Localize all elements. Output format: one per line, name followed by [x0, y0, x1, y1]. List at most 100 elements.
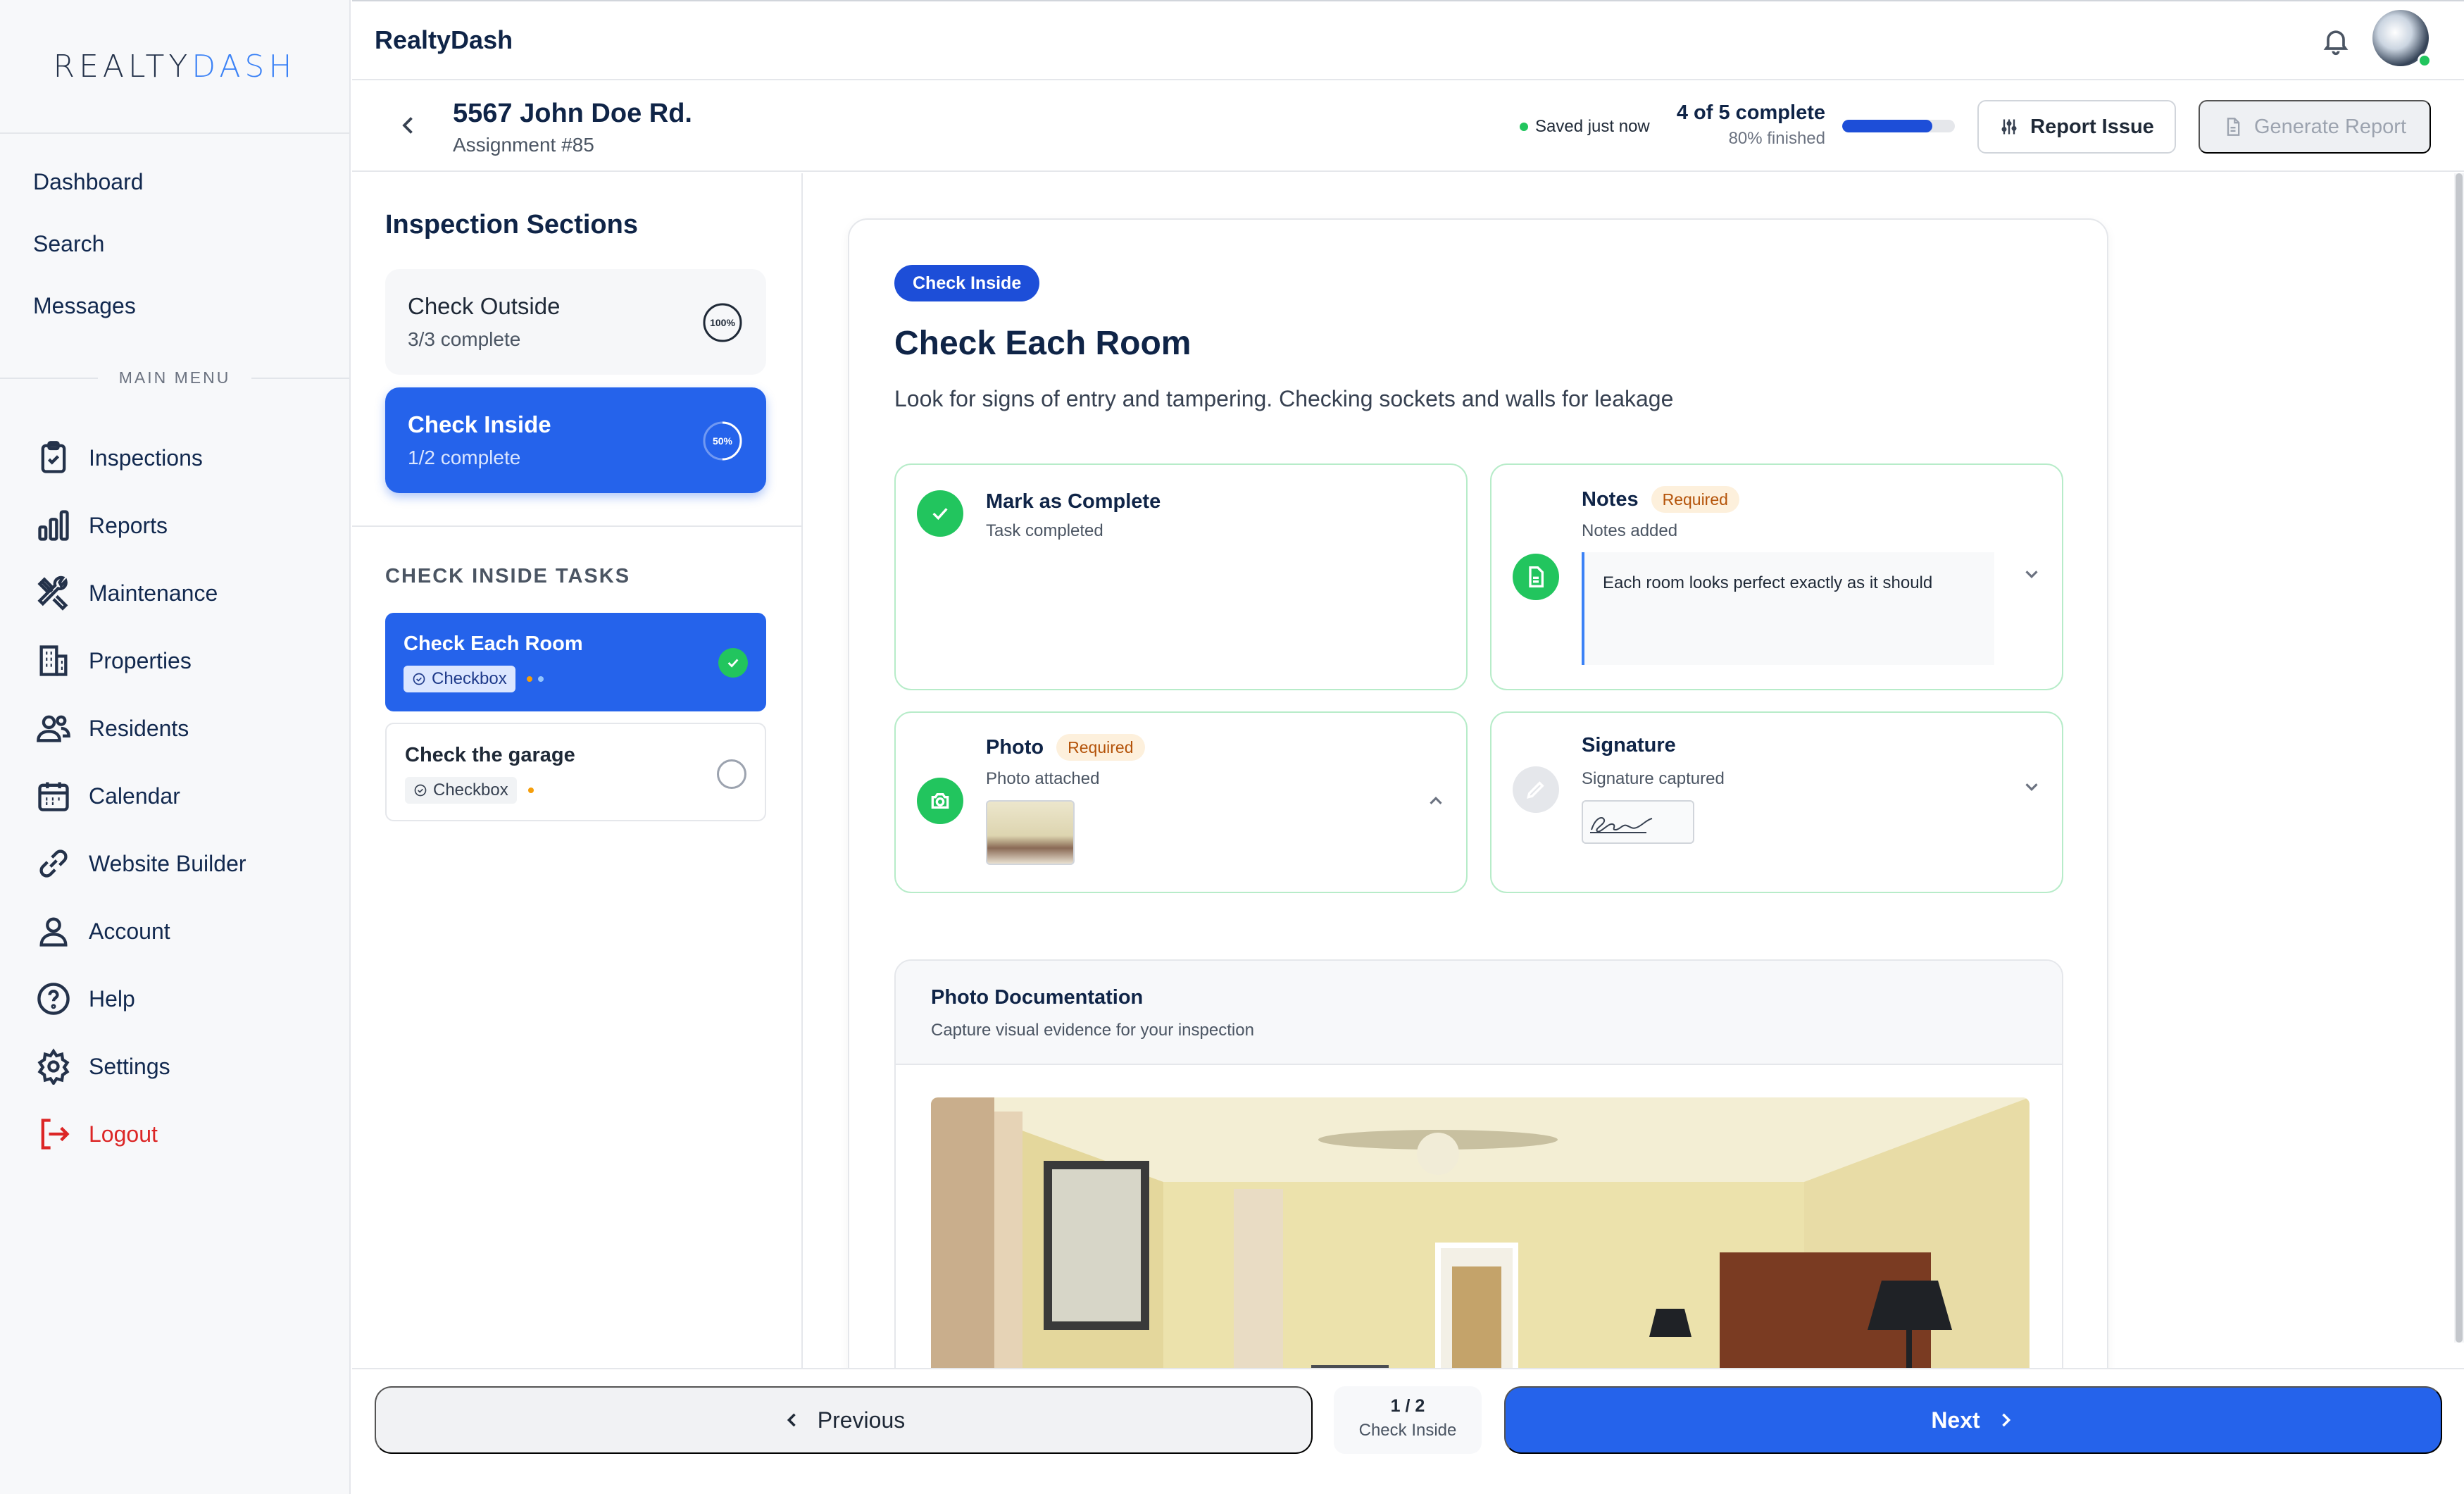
sidebar-item-calendar[interactable]: Calendar — [0, 762, 349, 830]
app-title: RealtyDash — [375, 25, 513, 54]
photo-documentation-panel: Photo Documentation Capture visual evide… — [894, 959, 2063, 1368]
progress-ring-icon: 100% — [701, 301, 744, 344]
generate-report-button[interactable]: Generate Report — [2199, 100, 2431, 154]
camera-icon[interactable] — [917, 778, 963, 824]
scrollbar-thumb[interactable] — [2456, 173, 2463, 1343]
nav-messages[interactable]: Messages — [0, 275, 349, 337]
nav-search[interactable]: Search — [0, 213, 349, 275]
task-title: Check Each Room — [894, 325, 1192, 362]
calendar-icon — [35, 778, 72, 814]
gear-icon — [35, 1048, 72, 1086]
logo-text-left: REALTY — [53, 48, 192, 85]
main-menu: Inspections Reports Maintenance Properti… — [0, 424, 349, 1168]
sidebar-item-website-builder[interactable]: Website Builder — [0, 830, 349, 897]
sidebar-item-inspections[interactable]: Inspections — [0, 424, 349, 492]
section-card-check-outside[interactable]: Check Outside 3/3 complete 100% — [385, 269, 766, 375]
task-type-tag: Checkbox — [405, 777, 517, 804]
sections-title: Inspection Sections — [385, 210, 638, 239]
sidebar: REALTY DASH Dashboard Search Messages MAI… — [0, 0, 351, 1494]
task-meta: Checkbox — [404, 666, 748, 692]
section-status: 1/2 complete — [408, 447, 521, 468]
progress-label: 4 of 5 complete — [1676, 101, 1825, 124]
chevron-right-icon — [2001, 1413, 2010, 1427]
chevron-up-icon[interactable] — [1425, 790, 1446, 811]
photo-documentation-header: Photo Documentation Capture visual evide… — [896, 961, 2062, 1065]
back-chevron-icon[interactable] — [396, 113, 421, 138]
sidebar-item-properties[interactable]: Properties — [0, 627, 349, 695]
help-icon — [35, 981, 72, 1017]
logo[interactable]: REALTY DASH — [0, 0, 349, 134]
progress-ring-icon: 50% — [701, 420, 744, 462]
empty-circle-icon[interactable] — [717, 759, 746, 789]
report-issue-button[interactable]: Report Issue — [1977, 100, 2176, 154]
sidebar-item-label: Properties — [89, 647, 192, 673]
generate-report-label: Generate Report — [2253, 115, 2406, 138]
main-menu-divider: MAIN MENU — [0, 356, 349, 399]
notes-textarea[interactable]: Each room looks perfect exactly as it sh… — [1582, 552, 1994, 665]
chevron-down-icon[interactable] — [2021, 776, 2042, 797]
signature-preview[interactable] — [1582, 800, 1694, 844]
room-photo[interactable] — [931, 1097, 2030, 1368]
previous-label: Previous — [817, 1407, 906, 1433]
saved-status: Saved just now — [1520, 117, 1650, 137]
chevron-down-icon[interactable] — [2021, 564, 2042, 585]
photo-card: Photo Required Photo attached — [894, 711, 1468, 893]
document-icon — [1513, 554, 1559, 600]
task-card-check-the-garage[interactable]: Check the garage Checkbox — [385, 723, 766, 821]
signature-title-text: Signature — [1582, 734, 1676, 757]
sidebar-item-label: Help — [89, 985, 135, 1011]
inspection-sections-panel: Inspection Sections Check Outside 3/3 co… — [352, 173, 803, 1368]
photo-thumbnail[interactable] — [986, 800, 1075, 865]
sidebar-item-settings[interactable]: Settings — [0, 1033, 349, 1100]
check-circle-icon — [413, 673, 425, 685]
panel-divider — [352, 525, 801, 527]
next-button[interactable]: Next — [1504, 1386, 2442, 1454]
mark-complete-sub: Task completed — [986, 521, 1103, 540]
task-type-label: Checkbox — [432, 669, 507, 688]
section-percent: 50% — [712, 435, 733, 447]
task-type-tag: Checkbox — [404, 666, 515, 692]
previous-button[interactable]: Previous — [375, 1386, 1313, 1454]
document-icon — [2227, 118, 2240, 136]
sidebar-item-maintenance[interactable]: Maintenance — [0, 559, 349, 627]
photo-sub: Photo attached — [986, 769, 1100, 788]
status-dots — [527, 788, 539, 793]
sidebar-item-logout[interactable]: Logout — [0, 1100, 349, 1168]
saved-dot-icon — [1520, 123, 1528, 131]
section-card-check-inside[interactable]: Check Inside 1/2 complete 50% — [385, 387, 766, 493]
bell-icon[interactable] — [2320, 25, 2351, 56]
footer-navigation: Previous 1 / 2 Check Inside Next — [352, 1368, 2464, 1494]
logout-icon — [35, 1116, 72, 1152]
sidebar-item-label: Residents — [89, 715, 189, 741]
nav-dashboard[interactable]: Dashboard — [0, 151, 349, 213]
signature-sub: Signature captured — [1582, 769, 1725, 788]
sidebar-item-residents[interactable]: Residents — [0, 695, 349, 762]
check-icon[interactable] — [917, 490, 963, 537]
photo-documentation-sub: Capture visual evidence for your inspect… — [931, 1021, 1254, 1040]
progress-sub: 80% finished — [1728, 129, 1825, 148]
main-menu-label: MAIN MENU — [97, 368, 252, 387]
pencil-icon[interactable] — [1513, 766, 1559, 813]
task-description: Look for signs of entry and tampering. C… — [894, 386, 1674, 411]
sidebar-item-label: Calendar — [89, 783, 180, 809]
report-issue-label: Report Issue — [2030, 115, 2154, 138]
saved-status-text: Saved just now — [1535, 117, 1650, 136]
sidebar-item-reports[interactable]: Reports — [0, 492, 349, 559]
sidebar-item-label: Settings — [89, 1053, 170, 1079]
task-card-check-each-room[interactable]: Check Each Room Checkbox — [385, 613, 766, 711]
mark-complete-card[interactable]: Mark as Complete Task completed — [894, 463, 1468, 690]
users-icon — [35, 710, 72, 747]
sliders-icon — [2001, 119, 2017, 135]
main-scrollbar[interactable] — [2454, 173, 2464, 1343]
page-section: Check Inside — [1358, 1421, 1457, 1440]
task-type-label: Checkbox — [433, 780, 508, 799]
avatar[interactable] — [2372, 10, 2432, 68]
section-pill: Check Inside — [894, 265, 1040, 301]
bar-chart-icon — [35, 507, 72, 544]
status-dots — [526, 676, 549, 682]
notes-card: Notes Required Notes added Each room loo… — [1490, 463, 2063, 690]
task-card: Check Inside Check Each Room Look for si… — [848, 218, 2108, 1368]
sidebar-item-label: Inspections — [89, 444, 203, 471]
sidebar-item-account[interactable]: Account — [0, 897, 349, 965]
sidebar-item-help[interactable]: Help — [0, 965, 349, 1033]
